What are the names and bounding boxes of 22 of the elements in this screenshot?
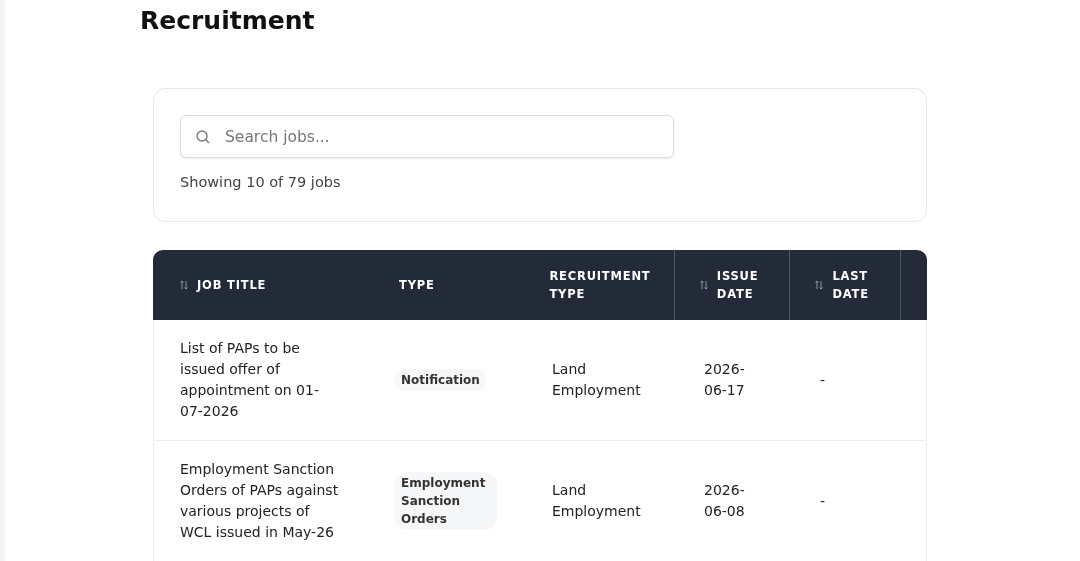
table-cell-text: List of PAPs to be issued offer of appointment on 01-07-2026 <box>179 339 320 421</box>
page-title: Recruitment <box>140 5 315 36</box>
type-badge: Notification <box>395 369 486 391</box>
column-header[interactable]: RECRUITMENT TYPE <box>523 250 675 320</box>
search-icon <box>195 129 211 145</box>
column-header[interactable]: TYPE <box>389 250 524 320</box>
table-cell-text: Employment Sanction Orders of PAPs against various projects of WCL issued in May-26 <box>179 460 340 542</box>
table-cell-text: - <box>819 370 827 390</box>
type-badge: Employment Sanction Orders <box>395 472 497 530</box>
sort-icon <box>814 280 825 290</box>
column-header[interactable]: ISSUE DATE <box>674 250 791 320</box>
table-cell-text: Land Employment <box>551 360 642 400</box>
sort-icon <box>698 280 709 290</box>
table-cell-text: 2026-06-17 <box>703 360 746 400</box>
sort-icon <box>179 280 189 290</box>
search-field[interactable]: Search jobs... <box>180 115 674 158</box>
column-header[interactable]: JOB TITLE <box>153 250 389 320</box>
table-cell-text: - <box>819 491 827 511</box>
table-cell-text: 2026-06-08 <box>703 481 746 521</box>
column-header[interactable]: LAST DATE <box>790 250 901 320</box>
result-count: Showing 10 of 79 jobs <box>180 174 341 190</box>
table-cell-text: Land Employment <box>551 481 642 521</box>
